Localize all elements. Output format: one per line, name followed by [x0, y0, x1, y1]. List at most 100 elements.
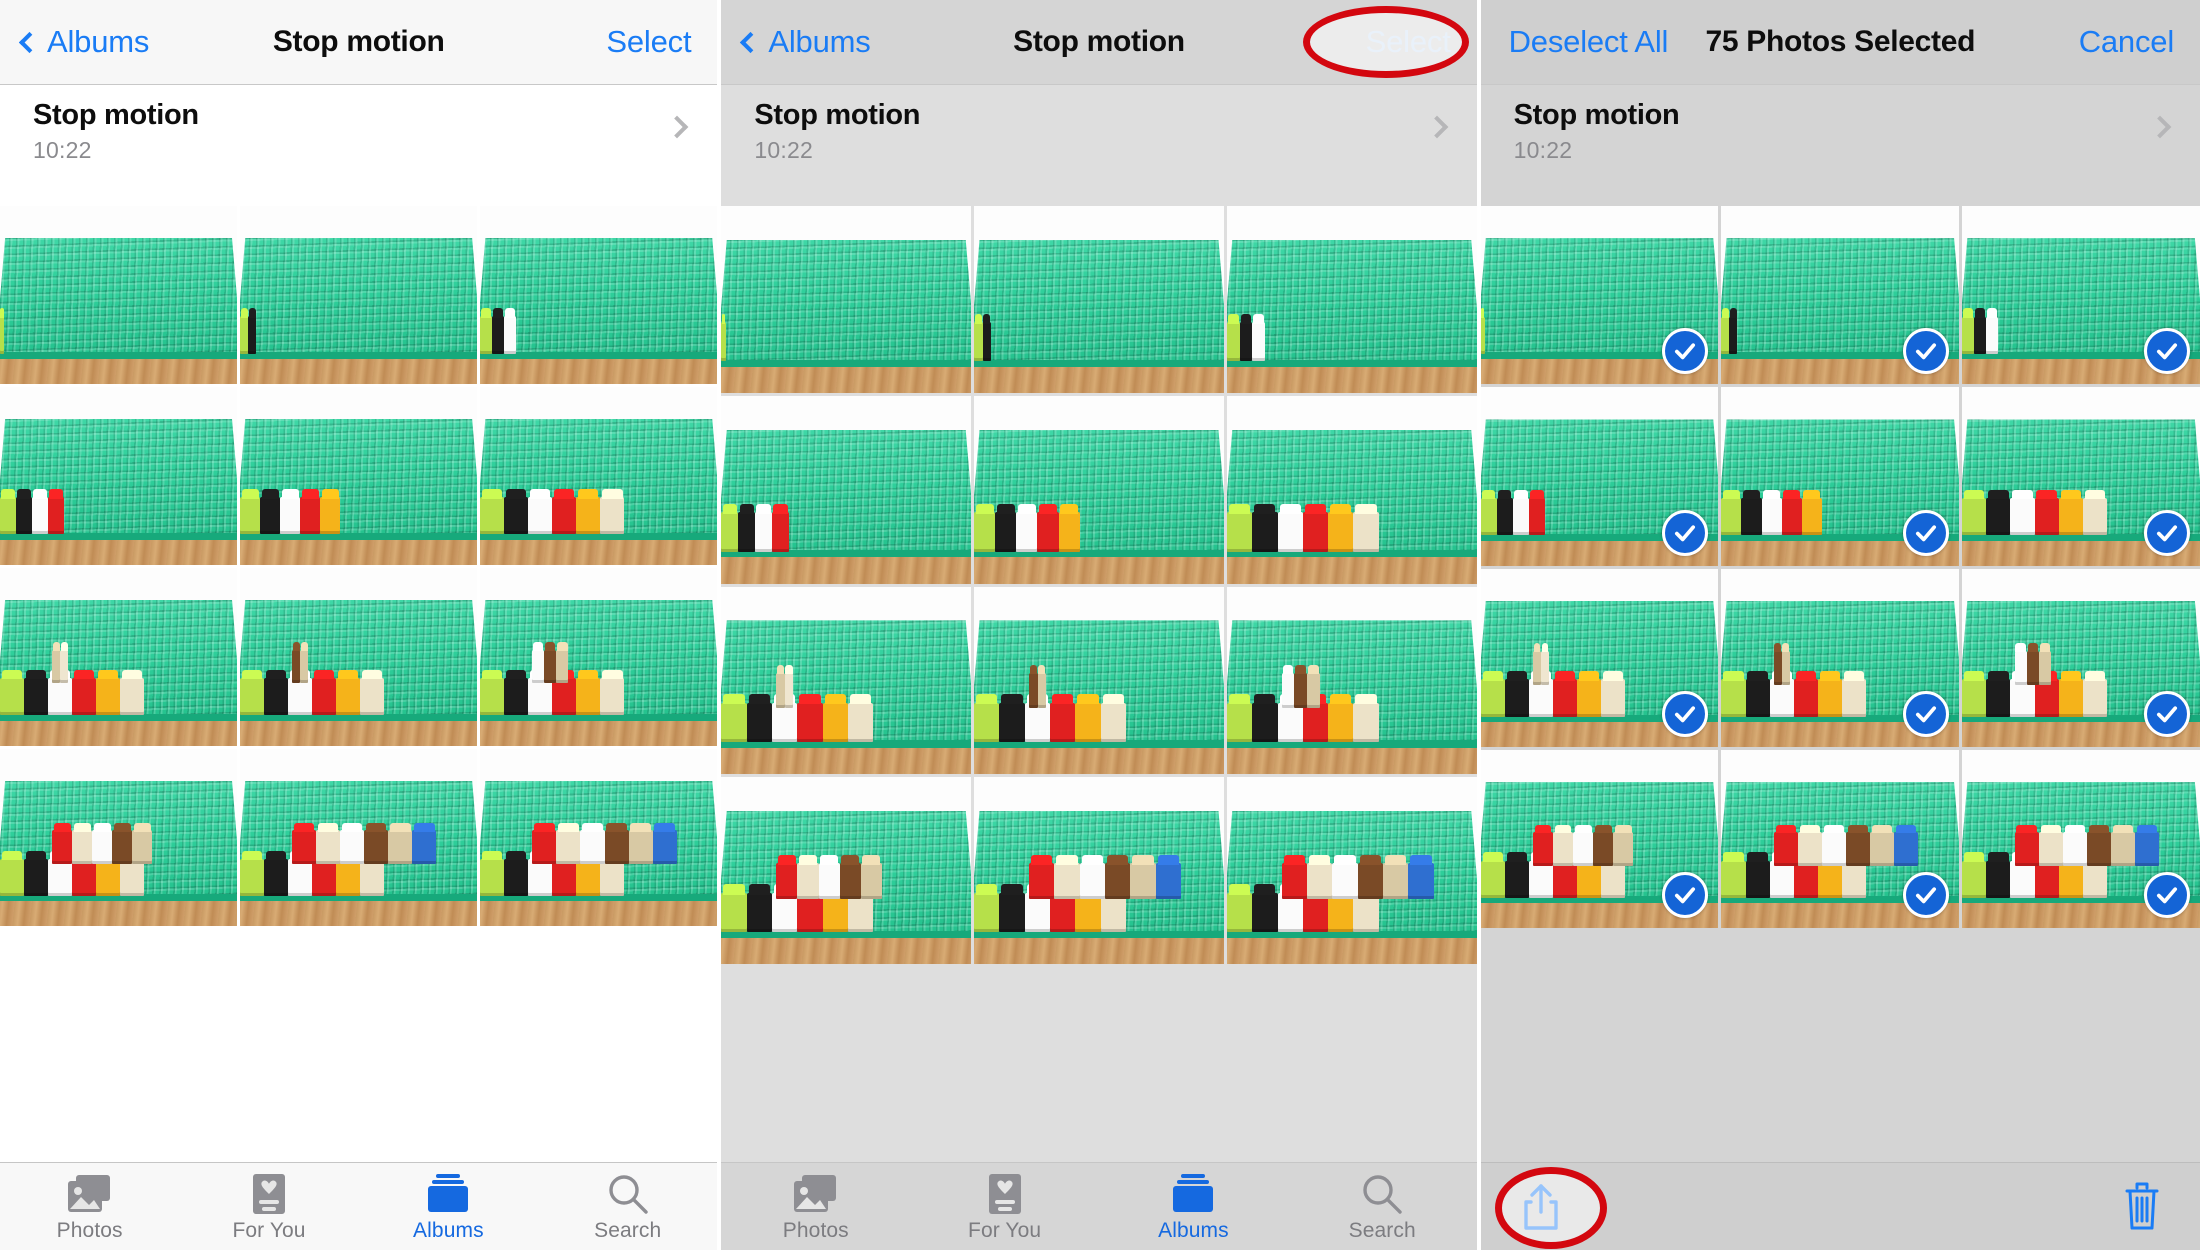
tab-for-you[interactable]: For You — [910, 1163, 1099, 1250]
lego-brick — [336, 677, 361, 716]
photo-grid-cell[interactable] — [1721, 568, 1960, 748]
photo-grid-cell[interactable] — [1226, 776, 1477, 965]
photo-grid-cell[interactable] — [974, 776, 1224, 965]
tab-photos[interactable]: Photos — [0, 1163, 179, 1250]
lego-brick — [576, 858, 601, 897]
photo-grid-cell[interactable] — [721, 396, 972, 584]
photo-grid-cell[interactable] — [0, 748, 238, 927]
lego-brick — [312, 858, 337, 897]
lego-brick — [1841, 679, 1867, 717]
photo-grid-cell[interactable] — [1721, 387, 1960, 566]
photo-grid-cell[interactable] — [1962, 387, 2200, 566]
photo-grid-cell[interactable] — [480, 206, 718, 384]
lego-brick — [1332, 863, 1358, 899]
photo-grid-cell[interactable] — [1226, 206, 1477, 394]
lego-brick — [60, 649, 69, 684]
cancel-button[interactable]: Cancel — [2079, 24, 2174, 60]
photo-grid-cell[interactable] — [240, 567, 478, 746]
photo-grid-cell[interactable] — [480, 567, 718, 746]
lego-brick — [1577, 679, 1602, 717]
tab-search[interactable]: Search — [1288, 1163, 1477, 1250]
tab-label: Photos — [782, 1219, 849, 1242]
photo-grid-scroll[interactable] — [721, 188, 1477, 1162]
lego-brick — [504, 497, 529, 535]
lego-brick-row — [480, 858, 665, 897]
lego-brick-row — [776, 863, 938, 899]
checkmark-circle-icon[interactable] — [1903, 509, 1950, 556]
checkmark-circle-icon[interactable] — [1903, 691, 1950, 738]
photo-grid-cell[interactable] — [1226, 396, 1477, 584]
lego-brick — [1024, 702, 1051, 743]
tab-albums[interactable]: Albums — [1099, 1163, 1288, 1250]
photo-grid-cell[interactable] — [1480, 206, 1719, 385]
tab-photos[interactable]: Photos — [721, 1163, 910, 1250]
lego-brick — [995, 512, 1017, 552]
lego-brick — [1226, 702, 1253, 743]
photo-grid-cell[interactable] — [1721, 750, 1960, 929]
lego-brick — [240, 497, 261, 535]
delete-button[interactable] — [2122, 1182, 2162, 1232]
lego-brick — [1480, 860, 1505, 899]
album-header-row[interactable]: Stop motion 10:22 — [721, 85, 1477, 188]
photo-grid-cell[interactable] — [1226, 586, 1477, 774]
lego-brick — [1079, 863, 1105, 899]
photo-grid-cell[interactable] — [1962, 750, 2200, 929]
lego-brick — [2034, 497, 2059, 536]
photo-grid-cell[interactable] — [1962, 568, 2200, 748]
photo-grid-cell[interactable] — [480, 748, 718, 927]
photo-grid-cell[interactable] — [480, 386, 718, 565]
photo-grid-cell[interactable] — [0, 386, 238, 565]
photo-grid-cell[interactable] — [1480, 387, 1719, 566]
lego-brick — [16, 497, 33, 535]
photo-grid-cell[interactable] — [0, 206, 238, 384]
photo-grid-cell[interactable] — [721, 586, 972, 774]
photo-grid-cell[interactable] — [240, 386, 478, 565]
share-button[interactable] — [1519, 1181, 1563, 1233]
lego-brick — [576, 677, 601, 716]
lego-brick-row — [1029, 672, 1094, 709]
album-title: Stop motion — [33, 99, 199, 131]
photo-grid-cell[interactable] — [1721, 206, 1960, 385]
photo-grid-cell[interactable] — [721, 776, 972, 965]
tab-albums[interactable]: Albums — [359, 1163, 538, 1250]
select-button[interactable]: Select — [1366, 24, 1451, 60]
photo-grid-cell[interactable] — [1480, 568, 1719, 748]
search-icon — [1361, 1174, 1403, 1214]
lego-brick — [48, 858, 73, 897]
chevron-right-icon — [2148, 115, 2172, 139]
select-button[interactable]: Select — [606, 24, 691, 60]
photo-grid-cell[interactable] — [240, 748, 478, 927]
photo-grid-cell[interactable] — [974, 586, 1224, 774]
tab-for-you[interactable]: For You — [179, 1163, 358, 1250]
photo-grid-cell[interactable] — [240, 206, 478, 384]
lego-brick — [532, 830, 557, 865]
album-header-row[interactable]: Stop motion 10:22 — [0, 85, 718, 188]
photo-grid-cell[interactable] — [721, 206, 972, 394]
checkmark-circle-icon[interactable] — [1662, 509, 1709, 556]
photo-grid-cell[interactable] — [974, 396, 1224, 584]
photo-grid-cell[interactable] — [1962, 206, 2200, 385]
photo-grid-scroll[interactable] — [1480, 188, 2200, 1162]
lego-brick-row — [1962, 497, 2147, 536]
checkmark-circle-icon[interactable] — [2144, 691, 2190, 738]
lego-brick-row — [1721, 316, 1783, 355]
tab-search[interactable]: Search — [538, 1163, 717, 1250]
lego-brick-row — [1721, 679, 1906, 717]
photo-grid-cell[interactable] — [1480, 750, 1719, 929]
lego-brick — [1540, 650, 1549, 685]
lego-brick-row — [1773, 650, 1836, 685]
photo-grid-cell[interactable] — [0, 567, 238, 746]
album-texts: Stop motion 10:22 — [1514, 99, 1680, 164]
album-header-row[interactable]: Stop motion 10:22 — [1480, 85, 2200, 188]
lego-brick — [1773, 650, 1782, 685]
lego-brick — [52, 649, 61, 684]
photo-grid-scroll[interactable] — [0, 188, 718, 1162]
lego-brick — [974, 702, 1000, 743]
lego-brick — [2135, 832, 2160, 866]
lego-brick — [628, 830, 653, 865]
lego-brick-row — [1226, 702, 1422, 743]
photo-grid-cell[interactable] — [974, 206, 1224, 394]
photo-thumbnail-image — [480, 206, 718, 384]
photo-thumbnail-image — [974, 776, 1224, 965]
checkmark-circle-icon[interactable] — [2144, 509, 2190, 556]
